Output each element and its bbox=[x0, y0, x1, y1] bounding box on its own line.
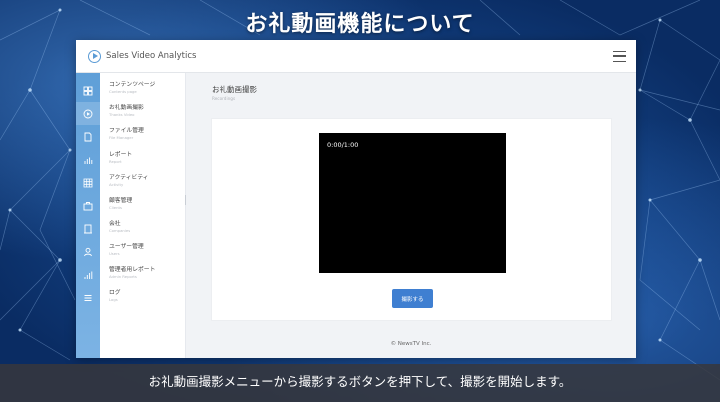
recording-card: 0:00/1:00 撮影する bbox=[211, 118, 612, 321]
nav-item-users[interactable]: ユーザー管理 Users bbox=[109, 243, 184, 257]
icon-sidebar bbox=[76, 73, 100, 358]
dashboard-icon[interactable] bbox=[76, 79, 100, 102]
slide-title: お礼動画機能について bbox=[245, 12, 475, 37]
list-icon[interactable] bbox=[76, 286, 100, 309]
nav-item-label: コンテンツページ bbox=[109, 82, 156, 88]
nav-item-logs[interactable]: ログ Logs bbox=[109, 289, 184, 303]
record-button[interactable]: 撮影する bbox=[392, 289, 433, 308]
top-bar: Sales Video Analytics bbox=[76, 40, 636, 73]
nav-item-admin-reports[interactable]: 管理者用レポート Admin Reports bbox=[109, 266, 184, 280]
nav-menu: コンテンツページ Contents page お礼動画撮影 Thanks Vid… bbox=[100, 73, 186, 358]
page-subtitle: Recordings bbox=[212, 96, 236, 101]
nav-item-clients[interactable]: 顧客管理 Clients bbox=[109, 197, 184, 211]
nav-item-sublabel: Activity bbox=[109, 182, 124, 187]
main-content: お礼動画撮影 Recordings 0:00/1:00 撮影する © NewsT… bbox=[186, 73, 636, 358]
nav-item-sublabel: Thanks Video bbox=[109, 112, 135, 117]
signal-icon[interactable] bbox=[76, 263, 100, 286]
app-title: Sales Video Analytics bbox=[106, 51, 197, 61]
footer-copyright: © NewsTV Inc. bbox=[390, 341, 432, 347]
slide-caption: お礼動画撮影メニューから撮影するボタンを押下して、撮影を開始します。 bbox=[0, 364, 720, 402]
nav-item-file-manager[interactable]: ファイル管理 File Manager bbox=[109, 127, 184, 141]
nav-item-label: 会社 bbox=[109, 221, 121, 227]
nav-item-sublabel: Report bbox=[109, 159, 122, 164]
play-logo-icon bbox=[88, 50, 101, 63]
briefcase-icon[interactable] bbox=[76, 194, 100, 217]
nav-item-label: ファイル管理 bbox=[109, 128, 144, 134]
nav-item-activity[interactable]: アクティビティ Activity bbox=[109, 174, 184, 188]
play-circle-icon[interactable] bbox=[76, 102, 100, 125]
video-preview[interactable]: 0:00/1:00 bbox=[319, 133, 506, 273]
building-icon[interactable] bbox=[76, 217, 100, 240]
nav-item-label: ユーザー管理 bbox=[109, 244, 144, 250]
app-window: Sales Video Analytics コンテンツページ Contents … bbox=[76, 40, 636, 358]
nav-item-label: レポート bbox=[109, 152, 133, 158]
nav-item-sublabel: Contents page bbox=[109, 89, 137, 94]
video-timer: 0:00/1:00 bbox=[327, 141, 359, 149]
nav-item-label: ログ bbox=[109, 290, 121, 296]
nav-item-sublabel: File Manager bbox=[109, 135, 134, 140]
nav-item-thanks-video[interactable]: お礼動画撮影 Thanks Video bbox=[109, 104, 184, 118]
nav-item-report[interactable]: レポート Report bbox=[109, 151, 184, 165]
nav-item-sublabel: Users bbox=[109, 251, 120, 256]
nav-item-contents[interactable]: コンテンツページ Contents page bbox=[109, 81, 184, 95]
nav-item-sublabel: Companies bbox=[109, 228, 131, 233]
hamburger-menu-icon[interactable] bbox=[613, 51, 626, 62]
nav-item-label: 顧客管理 bbox=[109, 198, 133, 204]
nav-item-sublabel: Logs bbox=[109, 297, 118, 302]
nav-item-label: お礼動画撮影 bbox=[109, 105, 144, 111]
bar-chart-icon[interactable] bbox=[76, 148, 100, 171]
grid-icon[interactable] bbox=[76, 171, 100, 194]
user-icon[interactable] bbox=[76, 240, 100, 263]
nav-item-sublabel: Admin Reports bbox=[109, 274, 137, 279]
page-title: お礼動画撮影 bbox=[212, 85, 257, 94]
nav-item-sublabel: Clients bbox=[109, 205, 122, 210]
nav-item-companies[interactable]: 会社 Companies bbox=[109, 220, 184, 234]
nav-item-label: 管理者用レポート bbox=[109, 267, 156, 273]
file-icon[interactable] bbox=[76, 125, 100, 148]
nav-item-label: アクティビティ bbox=[109, 175, 149, 181]
